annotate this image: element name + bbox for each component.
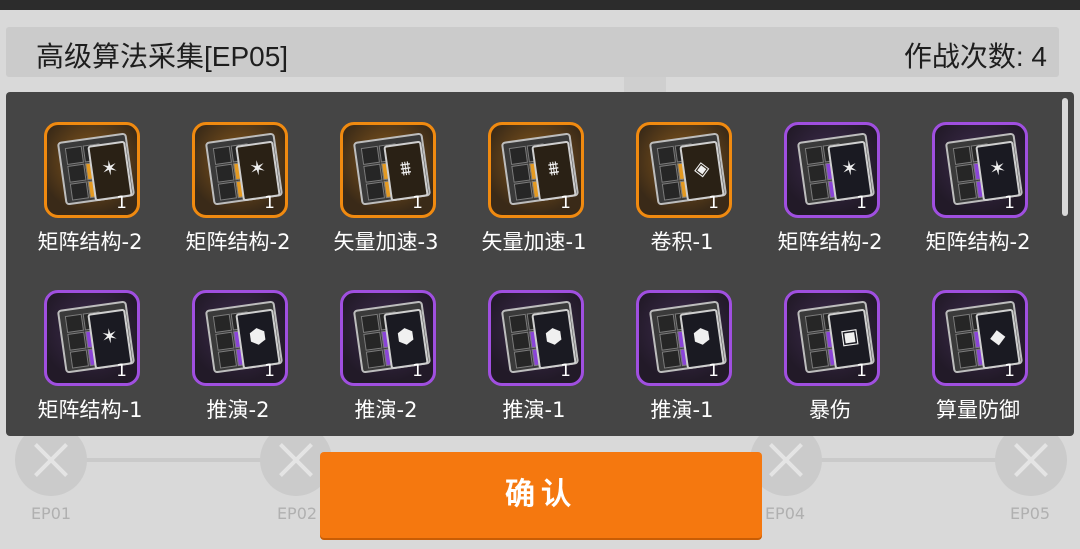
stage-node-label: EP01 [30,504,72,523]
stage-node-label: EP05 [1009,504,1051,523]
reward-quantity: 1 [264,193,275,213]
reward-tile: ⬢ 1 [488,290,584,386]
reward-name: 矩阵结构-2 [185,230,291,254]
page-title: 高级算法采集[EP05] [36,41,289,72]
reward-item[interactable]: ✶ 1 矩阵结构-2 [168,122,308,292]
reward-item[interactable]: ✶ 1 矩阵结构-2 [908,122,1048,292]
reward-tile: ✶ 1 [932,122,1028,218]
reward-quantity: 1 [560,361,571,381]
reward-name: 矢量加速-1 [481,230,587,254]
reward-name: 矩阵结构-2 [777,230,883,254]
reward-tile: ⩩ 1 [340,122,436,218]
reward-quantity: 1 [856,193,867,213]
reward-item[interactable]: ⬢ 1 推演-2 [168,290,308,460]
reward-quantity: 1 [1004,361,1015,381]
reward-quantity: 1 [116,361,127,381]
reward-item[interactable]: ✶ 1 矩阵结构-2 [20,122,160,292]
scrollbar[interactable] [1062,98,1068,216]
reward-name: 算量防御 [936,398,1020,422]
confirm-button[interactable]: 确认 [320,452,762,538]
reward-quantity: 1 [412,193,423,213]
result-header: 高级算法采集[EP05] 作战次数: 4 [6,27,1059,77]
reward-item[interactable]: ⩩ 1 矢量加速-1 [464,122,604,292]
reward-item[interactable]: ⬢ 1 推演-2 [316,290,456,460]
reward-quantity: 1 [1004,193,1015,213]
reward-tile: ✶ 1 [44,290,140,386]
top-status-bar [0,0,1080,10]
reward-tile: ✶ 1 [44,122,140,218]
reward-panel[interactable]: ✶ 1 矩阵结构-2 ✶ 1 矩阵结构-2 ⩩ 1 矢量加速-3 ⩩ 1 矢量加速-1 ◈ 1 卷积-1 ✶ 1… [6,92,1074,436]
reward-item[interactable]: ✶ 1 矩阵结构-1 [20,290,160,460]
reward-tile: ⩩ 1 [488,122,584,218]
reward-name: 推演-2 [354,398,418,422]
reward-name: 矩阵结构-1 [37,398,143,422]
reward-tile: ⬢ 1 [192,290,288,386]
reward-item[interactable]: ▣ 1 暴伤 [760,290,900,460]
reward-quantity: 1 [116,193,127,213]
reward-quantity: 1 [708,193,719,213]
reward-tile: ◈ 1 [636,122,732,218]
reward-name: 卷积-1 [650,230,714,254]
reward-tile: ⬢ 1 [340,290,436,386]
reward-name: 矩阵结构-2 [37,230,143,254]
battle-count: 作战次数: 4 [903,41,1047,72]
reward-quantity: 1 [560,193,571,213]
reward-item[interactable]: ◈ 1 卷积-1 [612,122,752,292]
reward-name: 暴伤 [809,398,851,422]
reward-tile: ▣ 1 [784,290,880,386]
reward-item[interactable]: ⩩ 1 矢量加速-3 [316,122,456,292]
reward-name: 推演-2 [206,398,270,422]
reward-name: 矩阵结构-2 [925,230,1031,254]
reward-quantity: 1 [856,361,867,381]
reward-name: 矢量加速-3 [333,230,439,254]
reward-item[interactable]: ⬢ 1 推演-1 [464,290,604,460]
reward-item[interactable]: ◆ 1 算量防御 [908,290,1048,460]
reward-item[interactable]: ⬢ 1 推演-1 [612,290,752,460]
reward-item[interactable]: ✶ 1 矩阵结构-2 [760,122,900,292]
reward-name: 推演-1 [650,398,714,422]
reward-quantity: 1 [708,361,719,381]
reward-tile: ◆ 1 [932,290,1028,386]
reward-tile: ⬢ 1 [636,290,732,386]
reward-tile: ✶ 1 [192,122,288,218]
reward-tile: ✶ 1 [784,122,880,218]
reward-name: 推演-1 [502,398,566,422]
reward-quantity: 1 [264,361,275,381]
reward-quantity: 1 [412,361,423,381]
